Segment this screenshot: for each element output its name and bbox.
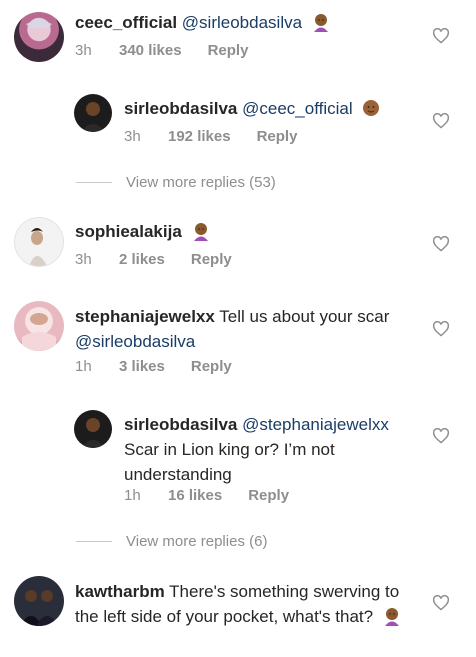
timestamp: 3h	[75, 251, 92, 268]
comment-meta: 3h 2 likes Reply	[75, 251, 232, 268]
comment-text: sirleobdasilva @stephaniajewelxx Scar in…	[124, 412, 414, 487]
mention-link[interactable]: @sirleobdasilva	[182, 13, 302, 32]
heart-icon[interactable]	[432, 236, 450, 252]
username[interactable]: ceec_official	[75, 13, 177, 32]
username[interactable]: sirleobdasilva	[124, 99, 237, 118]
divider-line	[76, 541, 112, 542]
comment-meta: 3h 340 likes Reply	[75, 42, 248, 59]
heart-icon[interactable]	[432, 595, 450, 611]
divider-line	[76, 182, 112, 183]
view-more-replies-button[interactable]: View more replies (53)	[76, 174, 276, 191]
username[interactable]: sophiealakija	[75, 222, 182, 241]
comment-text: ceec_official @sirleobdasilva	[75, 10, 405, 35]
mention-link[interactable]: @sirleobdasilva	[75, 332, 195, 351]
comment-meta: 1h 3 likes Reply	[75, 358, 232, 375]
avatar[interactable]	[74, 94, 112, 132]
comment-text: kawtharbm There's something swerving to …	[75, 579, 420, 629]
avatar[interactable]	[14, 301, 64, 351]
comment-meta: 3h 192 likes Reply	[124, 128, 297, 145]
comment-meta: 1h 16 likes Reply	[124, 487, 289, 504]
comment-text: stephaniajewelxx Tell us about your scar…	[75, 304, 415, 354]
view-more-label: View more replies (6)	[126, 533, 268, 550]
comment-text: sirleobdasilva @ceec_official	[124, 96, 424, 121]
comment-text: sophiealakija	[75, 219, 405, 244]
comment-body: Scar in Lion king or? I’m not understand…	[124, 440, 335, 484]
avatar[interactable]	[14, 217, 64, 267]
avatar[interactable]	[74, 410, 112, 448]
woman-shrugging-emoji	[193, 223, 208, 241]
view-more-replies-button[interactable]: View more replies (6)	[76, 533, 267, 550]
reply-button[interactable]: Reply	[248, 487, 289, 504]
timestamp: 3h	[75, 42, 92, 59]
likes-count[interactable]: 340 likes	[119, 42, 182, 59]
timestamp: 1h	[124, 487, 141, 504]
reply-button[interactable]: Reply	[257, 128, 298, 145]
heart-icon[interactable]	[432, 428, 450, 444]
reply-button[interactable]: Reply	[191, 251, 232, 268]
username[interactable]: kawtharbm	[75, 582, 165, 601]
avatar[interactable]	[14, 12, 64, 62]
woman-shrugging-emoji	[384, 608, 399, 626]
comment-body: Tell us about your scar	[219, 307, 390, 326]
mention-link[interactable]: @ceec_official	[242, 99, 353, 118]
likes-count[interactable]: 192 likes	[168, 128, 231, 145]
timestamp: 3h	[124, 128, 141, 145]
timestamp: 1h	[75, 358, 92, 375]
baby-face-emoji	[363, 100, 380, 116]
username[interactable]: stephaniajewelxx	[75, 307, 215, 326]
avatar[interactable]	[14, 576, 64, 626]
heart-icon[interactable]	[432, 321, 450, 337]
mention-link[interactable]: @stephaniajewelxx	[242, 415, 389, 434]
reply-button[interactable]: Reply	[208, 42, 249, 59]
likes-count[interactable]: 2 likes	[119, 251, 165, 268]
username[interactable]: sirleobdasilva	[124, 415, 237, 434]
reply-button[interactable]: Reply	[191, 358, 232, 375]
heart-icon[interactable]	[432, 28, 450, 44]
view-more-label: View more replies (53)	[126, 174, 276, 191]
likes-count[interactable]: 3 likes	[119, 358, 165, 375]
woman-shrugging-emoji	[313, 14, 328, 32]
heart-icon[interactable]	[432, 113, 450, 129]
likes-count[interactable]: 16 likes	[168, 487, 222, 504]
